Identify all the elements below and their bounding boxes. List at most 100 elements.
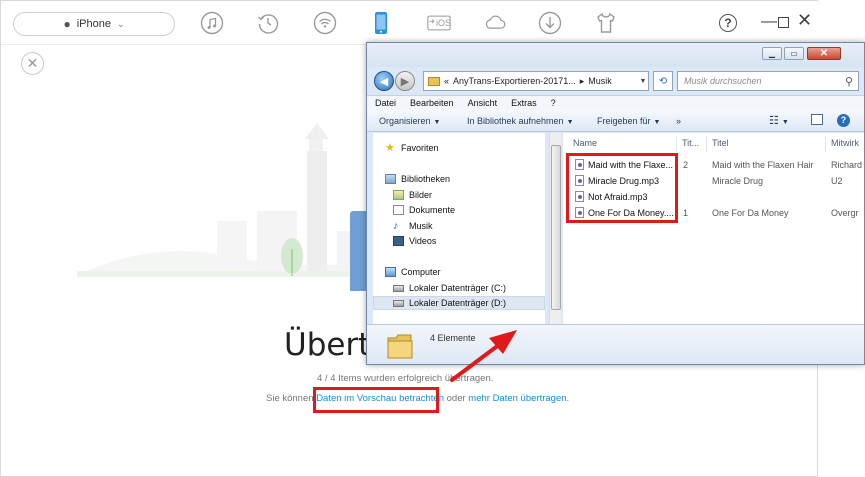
- share-label: Freigeben für: [597, 116, 651, 126]
- phone-icon[interactable]: [369, 11, 393, 35]
- column-header-track[interactable]: Tit...: [682, 138, 699, 148]
- history-icon[interactable]: [256, 11, 280, 35]
- organize-label: Organisieren: [379, 116, 431, 126]
- nav-item-computer[interactable]: Computer: [385, 267, 441, 277]
- link-middle: oder: [446, 393, 466, 404]
- help-icon[interactable]: ?: [837, 114, 850, 127]
- folder-icon: [387, 334, 413, 359]
- forward-arrow-icon[interactable]: ▶: [395, 71, 415, 91]
- address-bar[interactable]: « AnyTrans-Exportieren-20171... ▸ Musik: [423, 71, 649, 91]
- nav-item-drive-c[interactable]: Lokaler Datenträger (C:): [393, 283, 506, 293]
- navigation-pane: ★ Favoriten Bibliotheken Bilder Dokument…: [373, 133, 545, 324]
- library-icon: [385, 174, 396, 184]
- nav-item-pictures[interactable]: Bilder: [393, 190, 432, 200]
- column-separator: [706, 136, 707, 152]
- nav-item-favorites[interactable]: ★ Favoriten: [385, 142, 439, 154]
- transfer-more-link[interactable]: mehr Daten übertragen.: [468, 393, 569, 404]
- menu-ansicht[interactable]: Ansicht: [460, 96, 504, 110]
- menu-extras[interactable]: Extras: [503, 96, 543, 110]
- explorer-restore-icon[interactable]: ▭: [784, 47, 804, 60]
- chevron-down-icon: ⌄: [116, 18, 125, 29]
- drive-icon: [393, 284, 404, 292]
- nav-item-drive-d[interactable]: Lokaler Datenträger (D:): [393, 298, 506, 308]
- nav-item-music[interactable]: ♪ Musik: [393, 220, 433, 232]
- close-panel-button[interactable]: ✕: [21, 52, 44, 75]
- address-separator: ▸: [579, 75, 585, 86]
- device-selector[interactable]: ● iPhone ⌄: [13, 12, 175, 36]
- file-list: Name Tit... Titel Mitwirk Maid with the …: [563, 133, 864, 324]
- share-with-button[interactable]: Freigeben für ▼: [597, 116, 660, 126]
- nav-label: Videos: [409, 236, 437, 246]
- dropdown-arrow-icon: ▼: [653, 119, 661, 126]
- menu-help[interactable]: ?: [543, 96, 562, 110]
- minimize-icon[interactable]: —: [761, 14, 777, 30]
- nav-label: Computer: [401, 267, 441, 277]
- transfer-illustration: [77, 123, 377, 291]
- explorer-window: ▁ ▭ ✕ ◀ ▶ « AnyTrans-Exportieren-20171..…: [366, 42, 865, 365]
- menu-datei[interactable]: Datei: [367, 96, 402, 110]
- refresh-icon[interactable]: ⟲: [653, 71, 673, 91]
- search-icon[interactable]: ⚲: [845, 75, 853, 88]
- transfer-status: 4 / 4 Items wurden erfolgreich übertrage…: [317, 373, 494, 384]
- explorer-titlebar[interactable]: ▁ ▭ ✕: [367, 43, 864, 67]
- address-dropdown-icon[interactable]: ▼: [637, 71, 649, 91]
- column-separator: [825, 136, 826, 152]
- nav-item-libraries[interactable]: Bibliotheken: [385, 174, 450, 184]
- nav-label: Lokaler Datenträger (D:): [409, 298, 507, 308]
- column-header-artist[interactable]: Mitwirk: [831, 138, 859, 148]
- address-row: ◀ ▶ « AnyTrans-Exportieren-20171... ▸ Mu…: [367, 69, 864, 95]
- address-folder[interactable]: Musik: [588, 76, 612, 86]
- close-icon[interactable]: ✕: [797, 11, 812, 29]
- ios-label: iOS: [436, 18, 452, 28]
- address-path[interactable]: AnyTrans-Exportieren-20171...: [453, 76, 576, 86]
- organize-button[interactable]: Organisieren ▼: [379, 116, 440, 126]
- file-artist: Richard: [831, 160, 863, 170]
- nav-label: Bilder: [409, 190, 433, 200]
- music-icon[interactable]: [200, 11, 224, 35]
- column-separator: [676, 136, 677, 152]
- explorer-close-icon[interactable]: ✕: [807, 47, 841, 60]
- column-header-name[interactable]: Name: [573, 138, 597, 148]
- help-button[interactable]: ?: [719, 14, 737, 32]
- explorer-minimize-icon[interactable]: ▁: [762, 47, 782, 60]
- preview-pane-icon[interactable]: [811, 114, 823, 125]
- file-title: Miracle Drug: [712, 176, 764, 186]
- highlight-box-files: [566, 153, 678, 223]
- file-track: 1: [683, 208, 689, 218]
- view-options-icon[interactable]: ☷ ▼: [769, 114, 789, 127]
- dropdown-arrow-icon: ▼: [566, 119, 574, 126]
- add-to-library-button[interactable]: In Bibliothek aufnehmen ▼: [467, 116, 574, 126]
- search-input[interactable]: Musik durchsuchen ⚲: [677, 71, 859, 91]
- shirt-icon[interactable]: [594, 11, 618, 35]
- pictures-icon: [393, 190, 404, 200]
- download-icon[interactable]: [538, 11, 562, 35]
- menu-bearbeiten[interactable]: Bearbeiten: [402, 96, 460, 110]
- item-count: 4 Elemente: [430, 333, 476, 343]
- more-commands-button[interactable]: »: [676, 116, 681, 126]
- folder-icon: [428, 76, 440, 86]
- cloud-icon[interactable]: [481, 11, 509, 35]
- nav-item-documents[interactable]: Dokumente: [393, 205, 455, 215]
- nav-scrollbar[interactable]: [549, 133, 561, 324]
- music-note-icon: ♪: [393, 220, 399, 232]
- nav-label: Favoriten: [401, 143, 439, 153]
- documents-icon: [393, 205, 404, 215]
- file-title: One For Da Money: [712, 208, 789, 218]
- star-icon: ★: [385, 142, 395, 154]
- search-placeholder: Musik durchsuchen: [684, 76, 762, 86]
- nav-scrollbar-thumb[interactable]: [551, 145, 561, 310]
- library-label: In Bibliothek aufnehmen: [467, 116, 564, 126]
- details-pane: 4 Elemente: [367, 324, 864, 364]
- menu-bar: Datei Bearbeiten Ansicht Extras ?: [367, 95, 864, 110]
- maximize-icon[interactable]: [778, 17, 789, 28]
- file-title: Maid with the Flaxen Hair: [712, 160, 814, 170]
- back-arrow-icon[interactable]: ◀: [374, 71, 394, 91]
- wifi-icon[interactable]: [313, 11, 337, 35]
- screenshot-stage: ● iPhone ⌄ iOS ? — ✕ ✕ Übertra 4 / 4 Ite…: [0, 0, 865, 477]
- computer-icon: [385, 267, 396, 277]
- file-artist: Overgr: [831, 208, 859, 218]
- help-label: ?: [724, 16, 732, 30]
- column-header-title[interactable]: Titel: [712, 138, 729, 148]
- nav-item-videos[interactable]: Videos: [393, 236, 436, 246]
- file-artist: U2: [831, 176, 843, 186]
